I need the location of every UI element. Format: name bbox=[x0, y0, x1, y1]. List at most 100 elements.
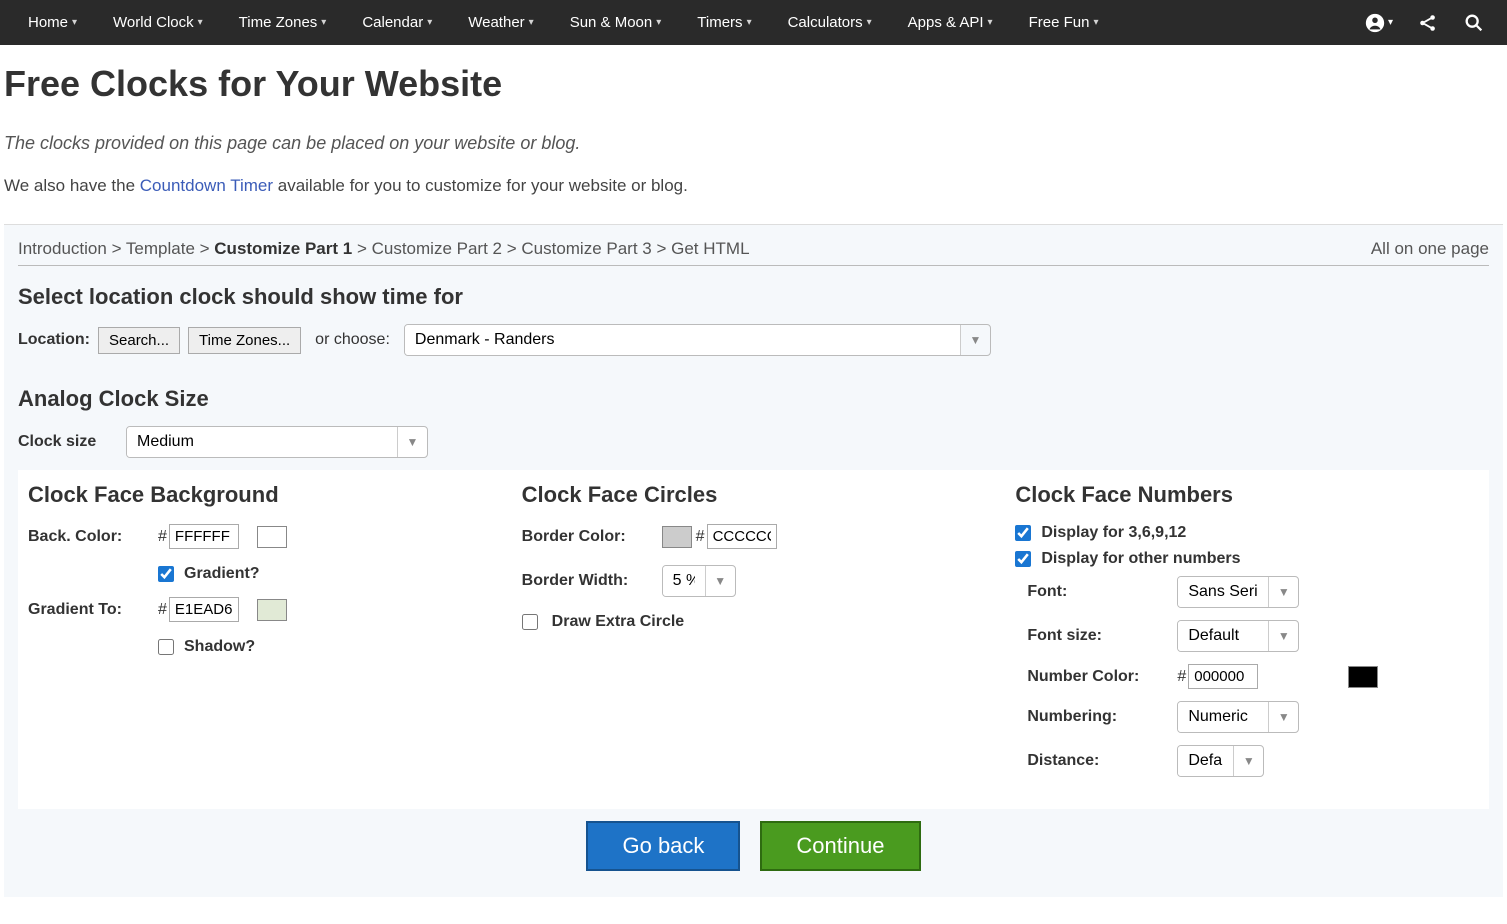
chevron-down-icon[interactable]: ▼ bbox=[1233, 746, 1263, 776]
border-width-label: Border Width: bbox=[522, 572, 662, 590]
intro-italic: The clocks provided on this page can be … bbox=[4, 133, 1503, 154]
gradient-to-label: Gradient To: bbox=[28, 601, 158, 619]
nav-home[interactable]: Home▾ bbox=[10, 0, 95, 45]
location-heading: Select location clock should show time f… bbox=[18, 284, 1489, 310]
analog-heading: Analog Clock Size bbox=[18, 386, 1489, 412]
page-title: Free Clocks for Your Website bbox=[4, 63, 1503, 105]
gradient-to-swatch[interactable] bbox=[257, 599, 287, 621]
chevron-down-icon[interactable]: ▼ bbox=[1268, 577, 1298, 607]
display-other-label: Display for other numbers bbox=[1041, 550, 1240, 568]
back-color-input[interactable] bbox=[169, 524, 239, 549]
border-color-input[interactable] bbox=[707, 524, 777, 549]
nav-weather[interactable]: Weather▾ bbox=[450, 0, 551, 45]
chevron-down-icon[interactable]: ▼ bbox=[1268, 621, 1298, 651]
breadcrumb: Introduction > Template > Customize Part… bbox=[18, 239, 1489, 266]
nav-calculators[interactable]: Calculators▾ bbox=[770, 0, 890, 45]
chevron-down-icon[interactable]: ▼ bbox=[1268, 702, 1298, 732]
clock-face-numbers-section: Clock Face Numbers Display for 3,6,9,12 … bbox=[1015, 482, 1479, 789]
numbering-label: Numbering: bbox=[1027, 708, 1177, 726]
font-label: Font: bbox=[1027, 583, 1177, 601]
circles-heading: Clock Face Circles bbox=[522, 482, 986, 508]
back-color-swatch[interactable] bbox=[257, 526, 287, 548]
chevron-down-icon: ▾ bbox=[1093, 17, 1098, 28]
back-color-label: Back. Color: bbox=[28, 528, 158, 546]
font-size-label: Font size: bbox=[1027, 627, 1177, 645]
chevron-down-icon: ▾ bbox=[1388, 17, 1393, 28]
intro-text: We also have the Countdown Timer availab… bbox=[4, 176, 1503, 196]
breadcrumb-step[interactable]: Template bbox=[126, 239, 195, 258]
breadcrumb-step[interactable]: Customize Part 2 bbox=[372, 239, 502, 258]
extra-circle-label: Draw Extra Circle bbox=[552, 613, 685, 631]
clock-size-combo[interactable]: ▼ bbox=[126, 426, 428, 458]
go-back-button[interactable]: Go back bbox=[586, 821, 740, 871]
number-color-label: Number Color: bbox=[1027, 668, 1177, 686]
breadcrumb-step[interactable]: Introduction bbox=[18, 239, 107, 258]
nav-apps-api[interactable]: Apps & API▾ bbox=[890, 0, 1011, 45]
timezones-button[interactable]: Time Zones... bbox=[188, 327, 301, 354]
location-combo[interactable]: ▼ bbox=[404, 324, 991, 356]
nav-free-fun[interactable]: Free Fun▾ bbox=[1011, 0, 1117, 45]
border-width-input[interactable] bbox=[663, 566, 705, 596]
display-3-6-9-12-label: Display for 3,6,9,12 bbox=[1041, 524, 1186, 542]
nav-timers[interactable]: Timers▾ bbox=[679, 0, 769, 45]
clock-size-label: Clock size bbox=[18, 433, 108, 451]
location-label: Location: bbox=[18, 331, 90, 349]
continue-button[interactable]: Continue bbox=[760, 821, 920, 871]
distance-input[interactable] bbox=[1178, 746, 1233, 776]
border-color-label: Border Color: bbox=[522, 528, 662, 546]
number-color-input[interactable] bbox=[1188, 664, 1258, 689]
account-icon[interactable]: ▾ bbox=[1352, 12, 1405, 34]
chevron-down-icon: ▾ bbox=[867, 17, 872, 28]
gradient-label: Gradient? bbox=[184, 565, 260, 583]
countdown-timer-link[interactable]: Countdown Timer bbox=[140, 176, 273, 195]
share-icon[interactable] bbox=[1405, 12, 1451, 34]
numbering-input[interactable] bbox=[1178, 702, 1268, 732]
breadcrumb-current: Customize Part 1 bbox=[214, 239, 352, 258]
customize-panel: Introduction > Template > Customize Part… bbox=[4, 224, 1503, 897]
gradient-to-input[interactable] bbox=[169, 597, 239, 622]
font-size-combo[interactable]: ▼ bbox=[1177, 620, 1299, 652]
font-combo[interactable]: ▼ bbox=[1177, 576, 1299, 608]
numbers-heading: Clock Face Numbers bbox=[1015, 482, 1479, 508]
clock-face-circles-section: Clock Face Circles Border Color: # Borde… bbox=[522, 482, 986, 789]
font-input[interactable] bbox=[1178, 577, 1268, 607]
all-on-one-link[interactable]: All on one page bbox=[1371, 239, 1489, 259]
extra-circle-checkbox[interactable] bbox=[522, 614, 538, 630]
chevron-down-icon: ▾ bbox=[656, 17, 661, 28]
breadcrumb-step[interactable]: Customize Part 3 bbox=[521, 239, 651, 258]
display-other-checkbox[interactable] bbox=[1015, 551, 1031, 567]
bg-heading: Clock Face Background bbox=[28, 482, 492, 508]
distance-combo[interactable]: ▼ bbox=[1177, 745, 1264, 777]
location-input[interactable] bbox=[405, 325, 960, 355]
chevron-down-icon[interactable]: ▼ bbox=[705, 566, 735, 596]
chevron-down-icon: ▾ bbox=[321, 17, 326, 28]
font-size-input[interactable] bbox=[1178, 621, 1268, 651]
clock-size-input[interactable] bbox=[127, 427, 397, 457]
gradient-checkbox[interactable] bbox=[158, 566, 174, 582]
breadcrumb-step[interactable]: Get HTML bbox=[671, 239, 749, 258]
nav-world-clock[interactable]: World Clock▾ bbox=[95, 0, 221, 45]
chevron-down-icon: ▾ bbox=[427, 17, 432, 28]
or-choose-label: or choose: bbox=[315, 331, 390, 349]
search-icon[interactable] bbox=[1451, 12, 1497, 34]
distance-label: Distance: bbox=[1027, 752, 1177, 770]
shadow-label: Shadow? bbox=[184, 638, 255, 656]
numbering-combo[interactable]: ▼ bbox=[1177, 701, 1299, 733]
border-color-swatch[interactable] bbox=[662, 526, 692, 548]
nav-sun-moon[interactable]: Sun & Moon▾ bbox=[552, 0, 680, 45]
display-3-6-9-12-checkbox[interactable] bbox=[1015, 525, 1031, 541]
chevron-down-icon: ▾ bbox=[198, 17, 203, 28]
border-width-combo[interactable]: ▼ bbox=[662, 565, 736, 597]
chevron-down-icon[interactable]: ▼ bbox=[960, 325, 990, 355]
number-color-swatch[interactable] bbox=[1348, 666, 1378, 688]
shadow-checkbox[interactable] bbox=[158, 639, 174, 655]
chevron-down-icon: ▾ bbox=[747, 17, 752, 28]
search-button[interactable]: Search... bbox=[98, 327, 180, 354]
chevron-down-icon: ▾ bbox=[72, 17, 77, 28]
chevron-down-icon[interactable]: ▼ bbox=[397, 427, 427, 457]
chevron-down-icon: ▾ bbox=[529, 17, 534, 28]
chevron-down-icon: ▾ bbox=[988, 17, 993, 28]
top-nav: Home▾ World Clock▾ Time Zones▾ Calendar▾… bbox=[0, 0, 1507, 45]
nav-calendar[interactable]: Calendar▾ bbox=[344, 0, 450, 45]
nav-time-zones[interactable]: Time Zones▾ bbox=[221, 0, 345, 45]
